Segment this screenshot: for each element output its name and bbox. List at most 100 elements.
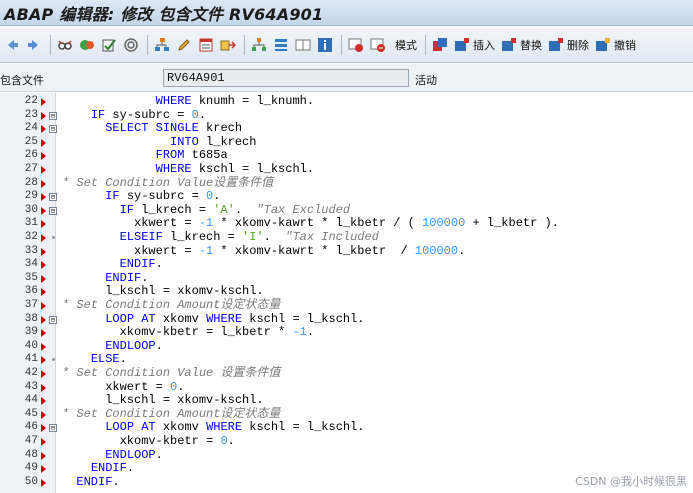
structure-button[interactable] (249, 33, 269, 57)
line-marker-icon (41, 152, 46, 161)
code-line[interactable]: 45 * Set Condition Amount设定状态量 (0, 406, 693, 422)
code-token: 100000 (422, 216, 466, 231)
check-button[interactable] (99, 33, 119, 57)
replace-button[interactable]: 替换 (499, 33, 544, 57)
delete-button[interactable]: 删除 (546, 33, 591, 57)
code-token: sy-subrc = (119, 189, 207, 204)
where-used-button[interactable] (152, 33, 172, 57)
code-line[interactable]: 33 xkwert = -1 * xkomv-kawrt * l_kbetr /… (0, 243, 693, 259)
line-number: 48 (24, 448, 38, 461)
code-line[interactable]: 26 FROM t685a (0, 149, 693, 163)
code-token: xkomv-kbetr = l_kbetr * (62, 325, 293, 340)
object-list-button[interactable] (196, 33, 216, 57)
code-token: 'A' (213, 202, 235, 217)
code-text: xkwert = -1 * xkomv-kawrt * l_kbetr / 10… (62, 243, 465, 259)
code-token: "Tax Included (285, 230, 379, 244)
code-line[interactable]: 42 * Set Condition Value 设置条件值 (0, 366, 693, 381)
code-line[interactable]: 25 INTO l_krech (0, 135, 693, 150)
split-screen-button[interactable] (293, 33, 313, 57)
code-line[interactable]: 32 ELSEIF l_krech = 'I'. "Tax Included (0, 230, 693, 245)
code-line[interactable]: 31 xkwert = -1 * xkomv-kawrt * l_kbetr /… (0, 217, 693, 231)
code-line[interactable]: 37 * Set Condition Amount设定状态量 (0, 298, 693, 313)
collapse-block-icon[interactable]: ⊟ (49, 193, 57, 202)
line-marker-icon (41, 315, 46, 324)
code-line[interactable]: 22 WHERE knumh = l_knumh. (0, 94, 693, 109)
line-marker-icon (41, 438, 46, 446)
undo-button[interactable]: 撤销 (593, 33, 638, 57)
other-object-button[interactable] (55, 33, 75, 57)
code-text: ELSE. (62, 353, 127, 367)
include-name-field[interactable]: RV64A901 (163, 69, 409, 87)
collapse-block-icon[interactable]: ⊟ (49, 125, 57, 134)
code-line[interactable]: 43 xkwert = 0. (0, 380, 693, 395)
line-number: 35 (24, 271, 38, 284)
stack-button[interactable] (271, 33, 291, 57)
forward-button[interactable] (24, 33, 44, 57)
watermark: CSDN @我小时候很黑 (575, 475, 687, 488)
code-token: + l_kbetr ). (465, 216, 559, 231)
activate-icon (124, 37, 138, 52)
code-line[interactable]: 30 ⊟ IF l_krech = 'A'. "Tax Excluded (0, 202, 693, 218)
code-line[interactable]: 28 * Set Condition Value设置条件值 (0, 175, 693, 191)
line-number: 42 (24, 367, 38, 379)
pretty-printer-button[interactable] (174, 33, 194, 57)
line-number: 29 (24, 190, 38, 203)
code-token: * Set Condition Value设置条件值 (62, 175, 274, 190)
display-change-button[interactable] (77, 33, 97, 57)
code-line[interactable]: 38 ⊟ LOOP AT xkomv WHERE kschl = l_kschl. (0, 312, 693, 327)
breakpoint-session-button[interactable] (346, 33, 366, 57)
code-line[interactable]: 44 l_kschl = xkomv-kschl. (0, 393, 693, 408)
code-token: kschl = l_kschl. (191, 162, 315, 176)
code-text: * Set Condition Value设置条件值 (62, 175, 274, 191)
code-token: 0 (191, 107, 199, 122)
code-token: . (234, 202, 257, 217)
line-number: 30 (24, 203, 38, 216)
collapse-block-icon[interactable]: ⊟ (49, 206, 57, 215)
code-token: LOOP AT (105, 420, 156, 435)
code-line[interactable]: 24 ⊟ SELECT SINGLE krech (0, 121, 693, 136)
code-token: * Set Condition Amount设定状态量 (62, 406, 281, 421)
insert-button[interactable]: 插入 (452, 33, 497, 57)
collapse-block-icon[interactable]: ⊟ (49, 315, 57, 324)
code-token: . (213, 189, 221, 204)
code-line[interactable]: 41 ELSE. (0, 353, 693, 367)
code-line[interactable]: 48 ENDLOOP. (0, 448, 693, 463)
code-line[interactable]: 34 ENDIF. (0, 257, 693, 272)
line-number: 45 (24, 407, 38, 420)
code-token: sy-subrc = (105, 107, 192, 122)
line-number: 47 (24, 435, 38, 447)
line-marker-icon (41, 274, 46, 283)
code-token: kschl = l_kschl. (242, 420, 365, 435)
code-line[interactable]: 27 WHERE kschl = l_kschl. (0, 162, 693, 177)
code-text: IF l_krech = 'A'. "Tax Excluded (62, 202, 350, 218)
line-number: 50 (24, 475, 38, 488)
navigation-button[interactable] (218, 33, 238, 57)
code-token: . (198, 107, 207, 122)
collapse-block-icon[interactable]: ⊟ (49, 424, 57, 433)
code-text: ENDLOOP. (62, 339, 163, 354)
line-marker-icon (41, 193, 46, 202)
code-line[interactable]: 35 ENDIF. (0, 271, 693, 286)
pattern-button[interactable]: 模式 (390, 33, 419, 57)
enhancement-button[interactable] (430, 33, 450, 57)
code-text: IF sy-subrc = 0. (62, 107, 207, 123)
breakpoint-external-button[interactable] (368, 33, 388, 57)
code-line[interactable]: 23 ⊟ IF sy-subrc = 0. (0, 107, 693, 123)
code-line[interactable]: 36 l_kschl = xkomv-kschl. (0, 285, 693, 299)
code-line[interactable]: 40 ENDLOOP. (0, 339, 693, 354)
back-button[interactable] (2, 33, 22, 57)
activate-button[interactable] (121, 33, 141, 57)
info-button[interactable] (315, 33, 335, 57)
code-text: l_kschl = xkomv-kschl. (62, 393, 263, 408)
code-token: -1 (198, 243, 214, 258)
code-line[interactable]: 46 ⊟ LOOP AT xkomv WHERE kschl = l_kschl. (0, 421, 693, 435)
code-token: . (263, 230, 286, 244)
code-line[interactable]: 29 ⊟ IF sy-subrc = 0. (0, 189, 693, 204)
code-line[interactable]: 39 xkomv-kbetr = l_kbetr * -1. (0, 325, 693, 340)
code-token: * Set Condition Value 设置条件值 (62, 366, 281, 380)
code-editor[interactable]: 22 WHERE knumh = l_knumh. 23 ⊟ IF sy-subrc… (0, 93, 693, 493)
split-screen-icon (295, 39, 311, 50)
collapse-block-icon[interactable]: ⊟ (49, 111, 57, 120)
code-line[interactable]: 47 xkomv-kbetr = 0. (0, 434, 693, 449)
